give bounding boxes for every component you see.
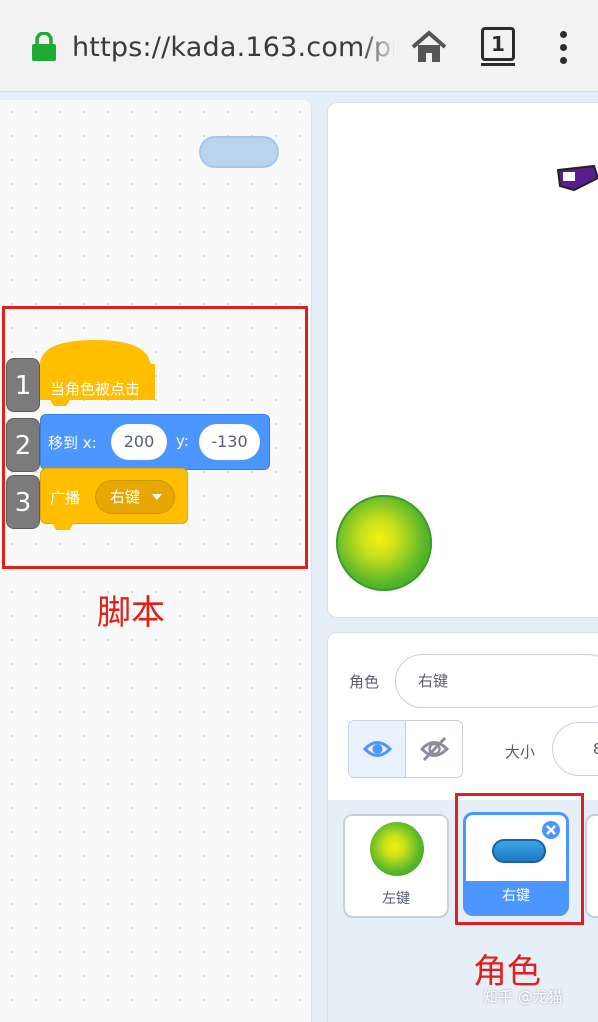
script-annotation: 脚本 xyxy=(97,593,165,633)
sprite-name-input[interactable]: 右键 xyxy=(395,654,598,708)
url-bar[interactable]: https://kada.163.com/proje xyxy=(72,30,394,66)
show-sprite-button[interactable] xyxy=(349,721,406,777)
size-input[interactable]: 8 xyxy=(552,722,598,776)
sprite-tile-label: 左键 xyxy=(382,891,410,907)
line-number: 1 xyxy=(6,358,40,412)
hide-sprite-button[interactable] xyxy=(406,721,462,777)
overflow-menu-icon[interactable] xyxy=(553,28,573,68)
broadcast-label: 广播 xyxy=(50,489,81,507)
line-number: 3 xyxy=(6,475,40,529)
green-ball-thumbnail xyxy=(370,822,424,876)
workspace-sprite-shape xyxy=(199,136,279,168)
x-input[interactable]: 200 xyxy=(111,424,167,460)
visibility-toggle xyxy=(348,720,463,778)
sprite-tile-left-key[interactable]: 左键 xyxy=(343,814,449,918)
watermark: 知乎 @龙猫 xyxy=(483,988,563,1006)
sprite-name-label: 角色 xyxy=(349,673,380,691)
broadcast-message-dropdown[interactable]: 右键 xyxy=(95,480,175,514)
sprite-highlight-frame xyxy=(455,793,584,925)
dropdown-value: 右键 xyxy=(110,488,141,506)
hat-block-label: 当角色被点击 xyxy=(50,380,141,398)
caret-down-icon xyxy=(152,494,162,500)
eye-slash-icon xyxy=(419,736,450,762)
eye-icon xyxy=(362,741,393,757)
browser-toolbar: https://kada.163.com/proje 1 xyxy=(0,0,598,92)
y-label: y: xyxy=(176,432,189,450)
y-input[interactable]: -130 xyxy=(199,424,260,460)
green-ball-sprite[interactable] xyxy=(336,495,432,591)
size-label: 大小 xyxy=(505,743,536,761)
lock-icon xyxy=(32,32,56,61)
sprite-tile-partial[interactable] xyxy=(585,814,598,918)
purple-sprite-icon xyxy=(556,164,598,192)
tab-switcher-button[interactable]: 1 xyxy=(481,27,515,61)
line-number: 2 xyxy=(6,418,40,472)
motion-block-label: 移到 x: xyxy=(48,434,97,452)
home-icon[interactable] xyxy=(410,28,448,66)
